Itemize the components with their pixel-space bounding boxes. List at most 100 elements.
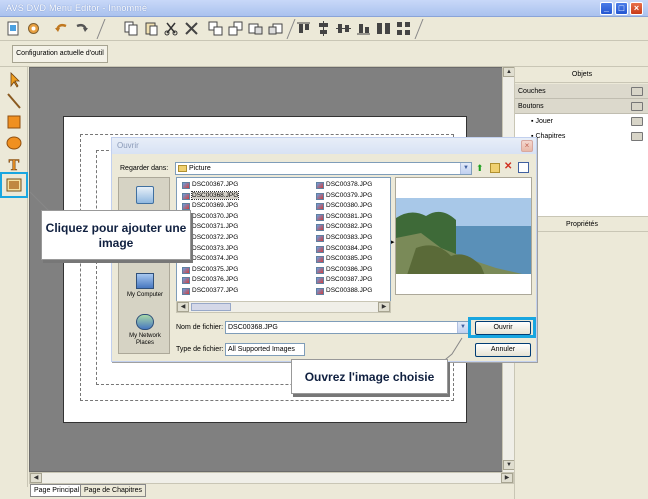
- back-icon[interactable]: ⬆: [476, 162, 487, 174]
- visibility-icon[interactable]: [631, 132, 643, 141]
- scroll-thumb[interactable]: [191, 303, 231, 311]
- file-name: DSC00388.JPG: [326, 287, 373, 294]
- align-bottom-icon[interactable]: [354, 19, 373, 38]
- backward-icon[interactable]: [266, 19, 285, 38]
- file-list[interactable]: DSC00367.JPG DSC00368.JPG DSC00369.JPG DSC0…: [176, 177, 391, 313]
- file-item[interactable]: DSC00385.JPG: [315, 254, 372, 264]
- file-item[interactable]: DSC00379.JPG: [315, 191, 372, 201]
- image-file-icon: [316, 266, 324, 274]
- open-button-highlight: [468, 317, 536, 338]
- send-back-icon[interactable]: [226, 19, 245, 38]
- file-item[interactable]: DSC00388.JPG: [315, 286, 372, 296]
- line-tool-icon[interactable]: [3, 91, 25, 111]
- new-project-icon[interactable]: [4, 19, 23, 38]
- horizontal-scrollbar[interactable]: ◀ ▶: [29, 472, 514, 484]
- delete-icon[interactable]: [182, 19, 201, 38]
- file-item[interactable]: DSC00375.JPG: [181, 265, 238, 275]
- paste-icon[interactable]: [142, 19, 161, 38]
- distribute-icon[interactable]: [374, 19, 393, 38]
- minimize-button[interactable]: _: [600, 2, 613, 15]
- file-item[interactable]: DSC00384.JPG: [315, 244, 372, 254]
- button-item-play[interactable]: ▪ Jouer: [515, 114, 648, 129]
- dialog-close-icon[interactable]: ×: [521, 140, 533, 152]
- align-center-icon[interactable]: [314, 19, 333, 38]
- image-file-icon: [316, 288, 324, 295]
- buttons-group[interactable]: Boutons: [515, 99, 648, 114]
- image-file-icon: [316, 245, 324, 253]
- place-label: My Network Places: [129, 333, 161, 346]
- settings-icon[interactable]: [24, 19, 43, 38]
- filename-input[interactable]: DSC00368.JPG ▼: [225, 321, 469, 334]
- undo-icon[interactable]: [52, 19, 71, 38]
- image-tool-icon[interactable]: [0, 172, 28, 198]
- grid-icon[interactable]: [394, 19, 413, 38]
- arrow-tool-icon[interactable]: [3, 70, 25, 90]
- file-list-scrollbar[interactable]: ◀ ▶: [176, 301, 391, 313]
- file-item[interactable]: DSC00387.JPG: [315, 275, 372, 285]
- copy-icon[interactable]: [122, 19, 141, 38]
- visibility-icon[interactable]: [631, 117, 643, 126]
- chevron-down-icon[interactable]: ▼: [457, 322, 468, 333]
- computer-icon: [136, 273, 154, 289]
- image-file-icon: [316, 203, 324, 211]
- file-item[interactable]: DSC00376.JPG: [181, 275, 238, 285]
- file-name: DSC00383.JPG: [326, 234, 373, 241]
- file-item[interactable]: DSC00380.JPG: [315, 201, 372, 211]
- scroll-left-icon[interactable]: ◀: [177, 302, 189, 312]
- cut-icon[interactable]: [162, 19, 181, 38]
- layers-group[interactable]: Couches: [515, 84, 648, 99]
- place-my-computer[interactable]: My Computer: [119, 273, 171, 299]
- forward-icon[interactable]: [246, 19, 265, 38]
- buttons-layer-icon[interactable]: [631, 102, 643, 111]
- image-file-icon: [316, 277, 324, 285]
- close-button[interactable]: ×: [630, 2, 643, 15]
- file-name: DSC00375.JPG: [192, 265, 239, 273]
- place-network[interactable]: My Network Places: [119, 314, 171, 347]
- look-in-select[interactable]: Picture ▼: [175, 162, 472, 175]
- chevron-down-icon[interactable]: ▼: [460, 163, 471, 174]
- svg-text:T: T: [9, 157, 20, 174]
- preview-toggle-icon[interactable]: ▸: [391, 238, 395, 246]
- filename-value: DSC00368.JPG: [228, 324, 278, 331]
- filetype-select[interactable]: All Supported Images: [225, 343, 305, 356]
- file-item[interactable]: DSC00377.JPG: [181, 286, 238, 296]
- align-middle-icon[interactable]: [334, 19, 353, 38]
- image-file-icon: [316, 256, 324, 264]
- eraser-icon[interactable]: [631, 87, 643, 96]
- view-menu-icon[interactable]: [518, 162, 529, 173]
- rectangle-tool-icon[interactable]: [3, 112, 25, 132]
- image-file-icon: [182, 266, 190, 274]
- text-tool-icon[interactable]: T: [3, 154, 25, 174]
- file-name: DSC00368.JPG: [190, 190, 240, 200]
- place-recent[interactable]: [119, 186, 171, 204]
- new-folder-icon[interactable]: [490, 163, 500, 173]
- scroll-right-icon[interactable]: ▶: [501, 473, 513, 483]
- file-item[interactable]: DSC00386.JPG: [315, 265, 372, 275]
- main-toolbar: [0, 17, 648, 41]
- redo-icon[interactable]: [72, 19, 91, 38]
- cancel-button[interactable]: Annuler: [475, 343, 531, 357]
- maximize-button[interactable]: □: [615, 2, 628, 15]
- layers-label: Couches: [518, 88, 546, 95]
- file-item[interactable]: DSC00383.JPG: [315, 233, 372, 243]
- file-name: DSC00382.JPG: [326, 223, 373, 231]
- objects-header: Objets: [515, 67, 648, 83]
- file-item[interactable]: DSC00368.JPG: [181, 190, 240, 201]
- file-name: DSC00387.JPG: [326, 276, 373, 284]
- delete-file-icon[interactable]: ✕: [504, 161, 515, 173]
- tab-chapters-page[interactable]: Page de Chapitres: [80, 484, 146, 497]
- scroll-right-icon[interactable]: ▶: [378, 302, 390, 312]
- bring-front-icon[interactable]: [206, 19, 225, 38]
- file-item[interactable]: DSC00382.JPG: [315, 222, 372, 232]
- open-image-callout: Ouvrez l'image choisie: [291, 359, 448, 394]
- tool-config-bar: Configuration actuelle d'outil: [0, 41, 648, 67]
- file-item[interactable]: DSC00378.JPG: [315, 180, 372, 190]
- image-preview: [395, 177, 532, 295]
- tab-main-page[interactable]: Page Principal: [30, 484, 84, 497]
- file-item[interactable]: DSC00367.JPG: [181, 180, 238, 190]
- file-item[interactable]: DSC00381.JPG: [315, 212, 372, 222]
- ellipse-tool-icon[interactable]: [3, 133, 25, 153]
- tool-config-tab[interactable]: Configuration actuelle d'outil: [12, 45, 108, 63]
- align-top-icon[interactable]: [294, 19, 313, 38]
- scroll-left-icon[interactable]: ◀: [30, 473, 42, 483]
